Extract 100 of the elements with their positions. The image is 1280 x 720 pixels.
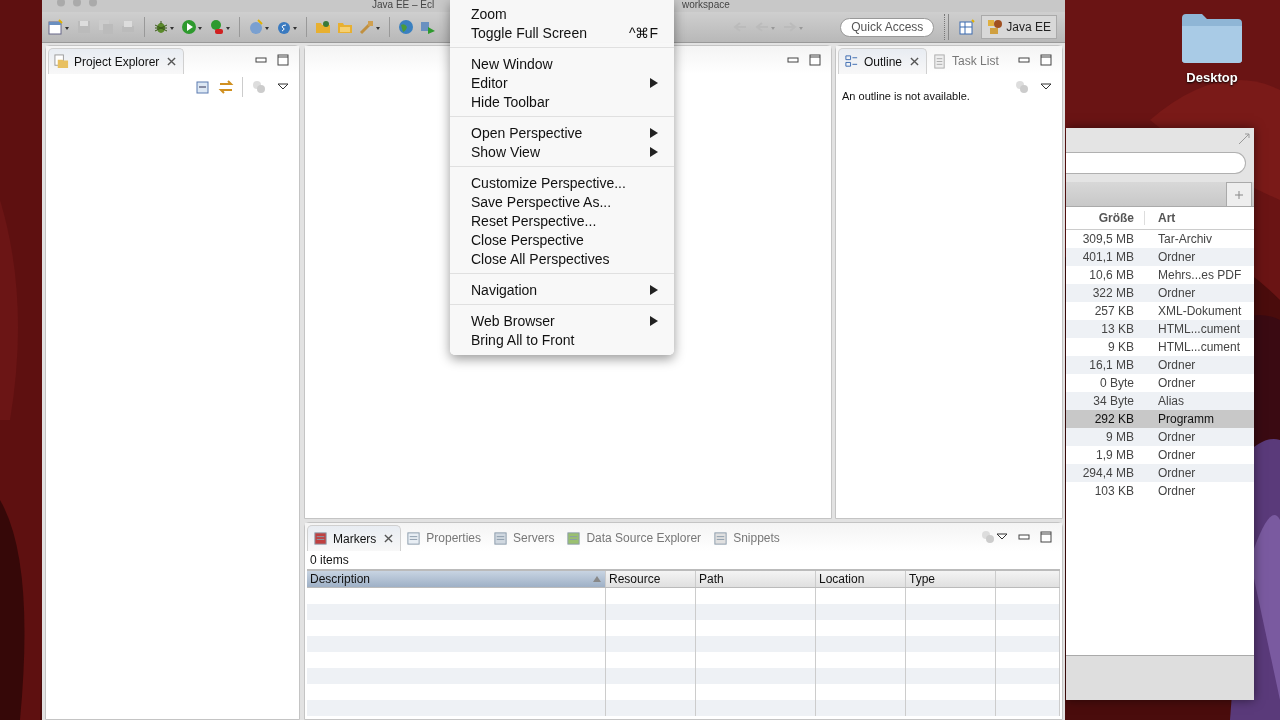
menu-item[interactable]: Customize Perspective... [450, 173, 674, 192]
minimize-icon[interactable] [1018, 54, 1030, 66]
file-row[interactable]: 13 KB HTML...cument [1066, 320, 1254, 338]
minimize-icon[interactable] [787, 54, 799, 66]
view-icon [713, 530, 729, 546]
plus-icon [1235, 190, 1243, 199]
maximize-icon[interactable] [1040, 531, 1052, 543]
menu-item[interactable]: Close All Perspectives [450, 249, 674, 268]
file-row[interactable]: 9 KB HTML...cument [1066, 338, 1254, 356]
menu-item[interactable]: Open Perspective [450, 123, 674, 142]
bug-icon[interactable] [153, 19, 175, 35]
deploy-icon[interactable] [420, 19, 436, 35]
menu-item[interactable]: Reset Perspective... [450, 211, 674, 230]
add-tab-button[interactable] [1226, 182, 1252, 206]
view-tab[interactable]: Servers [488, 525, 562, 551]
size-cell-text: 292 KB [1093, 412, 1135, 426]
file-row[interactable]: 257 KB XML-Dokument [1066, 302, 1254, 320]
file-row[interactable]: 322 MB Ordner [1066, 284, 1254, 302]
view-tab[interactable]: Markers [307, 525, 402, 551]
column-header[interactable]: Description [307, 571, 606, 587]
kind-cell-text: Alias [1157, 394, 1184, 408]
view-tab[interactable]: Project Explorer [48, 48, 185, 74]
file-row[interactable]: 10,6 MB Mehrs...es PDF [1066, 266, 1254, 284]
new-file-icon[interactable] [48, 19, 70, 35]
new-class-icon[interactable] [276, 19, 298, 35]
minimize-icon[interactable] [1018, 531, 1030, 543]
column-header[interactable]: Art [1144, 211, 1176, 225]
maximize-icon[interactable] [809, 54, 821, 66]
brush-icon[interactable] [359, 19, 381, 35]
menu-item[interactable]: Web Browser [450, 311, 674, 330]
menu-item[interactable]: Close Perspective [450, 230, 674, 249]
outline-message: An outline is not available. [841, 90, 971, 102]
file-row[interactable]: 103 KB Ordner [1066, 482, 1254, 500]
folder-icon [54, 54, 69, 69]
submenu-arrow-icon [650, 127, 658, 138]
menu-item[interactable]: Save Perspective As... [450, 192, 674, 211]
view-tab[interactable]: Properties [401, 525, 489, 551]
maximize-icon[interactable] [277, 54, 289, 66]
column-header[interactable]: Größe [1066, 211, 1144, 225]
open-perspective-icon[interactable] [959, 19, 976, 35]
quick-access-field[interactable]: Quick Access [840, 17, 935, 37]
column-header[interactable]: Location [816, 571, 906, 587]
file-row[interactable]: 401,1 MB Ordner [1066, 248, 1254, 266]
kind-cell-text: Ordner [1157, 286, 1196, 300]
column-header[interactable]: Type [906, 571, 996, 587]
view-icon [566, 530, 582, 546]
file-row[interactable]: 16,1 MB Ordner [1066, 356, 1254, 374]
size-cell-text: 13 KB [1100, 322, 1135, 336]
menu-item[interactable]: Toggle Full Screen ^⌘F [450, 23, 674, 42]
perspective-button[interactable]: Java EE [981, 15, 1057, 39]
menu-item[interactable]: Hide Toolbar [450, 92, 674, 111]
minimize-icon[interactable] [255, 54, 267, 66]
size-cell-text: 294,4 MB [1081, 466, 1135, 480]
document-icon [932, 53, 948, 69]
run-icon[interactable] [181, 19, 203, 35]
size-cell-text: 34 Byte [1092, 394, 1135, 408]
size-cell-text: 1,9 MB [1095, 448, 1135, 462]
menu-item[interactable]: Navigation [450, 280, 674, 299]
run-external-icon[interactable] [209, 19, 231, 35]
desktop-icon-label[interactable]: Desktop [1186, 70, 1238, 85]
kind-cell-text: Programm [1157, 412, 1214, 426]
window-title: Java EE – Ecl [372, 0, 435, 10]
maximize-icon[interactable] [1040, 54, 1052, 66]
menu-item[interactable]: Editor [450, 73, 674, 92]
kind-cell-text: Ordner [1157, 448, 1196, 462]
file-row[interactable]: 34 Byte Alias [1066, 392, 1254, 410]
view-tab[interactable]: Data Source Explorer [561, 525, 709, 551]
column-header[interactable]: Resource [606, 571, 696, 587]
folder-icon[interactable] [315, 19, 331, 35]
search-field[interactable] [1066, 152, 1246, 174]
file-row[interactable]: 1,9 MB Ordner [1066, 446, 1254, 464]
menu-item[interactable]: Show View [450, 142, 674, 161]
submenu-arrow-icon [650, 146, 658, 157]
kind-cell-text: XML-Dokument [1157, 304, 1242, 318]
file-row[interactable]: 309,5 MB Tar-Archiv [1066, 230, 1254, 248]
close-icon[interactable] [384, 534, 394, 543]
kind-cell-text: Tar-Archiv [1157, 232, 1212, 246]
close-icon[interactable] [910, 57, 920, 66]
menu-item[interactable]: Zoom [450, 4, 674, 23]
kind-cell-text: Ordner [1157, 376, 1196, 390]
globe-icon[interactable] [398, 19, 414, 35]
size-cell-text: 9 KB [1107, 340, 1135, 354]
menu-item[interactable]: Bring All to Front [450, 330, 674, 349]
collapse-all-icon[interactable] [194, 79, 210, 95]
new-server-icon[interactable] [248, 19, 270, 35]
file-row[interactable]: 0 Byte Ordner [1066, 374, 1254, 392]
link-arrows-icon[interactable] [218, 79, 234, 95]
file-row[interactable]: 292 KB Programm [1066, 410, 1254, 428]
resize-icon[interactable] [1238, 133, 1250, 145]
file-row[interactable]: 294,4 MB Ordner [1066, 464, 1254, 482]
size-cell-text: 10,6 MB [1088, 268, 1135, 282]
view-tab[interactable]: Task List [927, 48, 1006, 74]
perspective-icon [987, 19, 1004, 35]
view-tab[interactable]: Outline [838, 48, 928, 74]
view-tab[interactable]: Snippets [708, 525, 787, 551]
close-icon[interactable] [167, 57, 177, 66]
file-row[interactable]: 9 MB Ordner [1066, 428, 1254, 446]
outline-icon [844, 54, 859, 69]
size-cell-text: 9 MB [1105, 430, 1135, 444]
column-header[interactable]: Path [696, 571, 816, 587]
